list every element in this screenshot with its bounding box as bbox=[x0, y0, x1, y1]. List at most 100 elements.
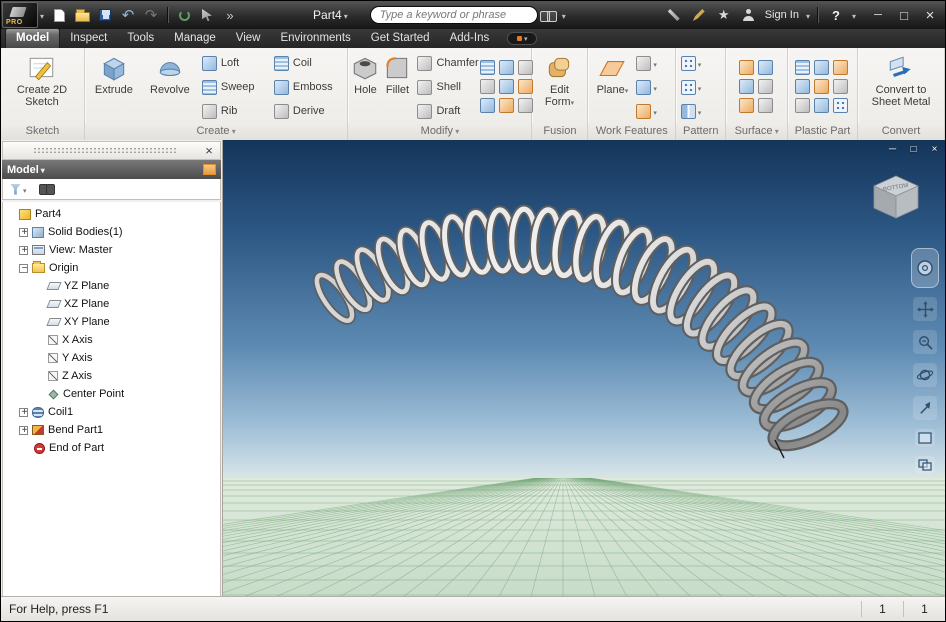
help-button[interactable] bbox=[825, 5, 847, 25]
circular-pattern-button[interactable] bbox=[680, 78, 721, 96]
tree-item-x-axis[interactable]: X Axis bbox=[3, 331, 220, 349]
search-options-caret-icon[interactable] bbox=[560, 6, 566, 24]
minimize-button[interactable] bbox=[865, 5, 891, 25]
copy-object-icon[interactable] bbox=[499, 78, 515, 94]
chamfer-button[interactable]: Chamfer bbox=[414, 53, 479, 73]
draft-button[interactable]: Draft bbox=[414, 101, 476, 121]
drag-handle-icon[interactable] bbox=[33, 147, 176, 154]
direct-edit-icon[interactable] bbox=[499, 97, 515, 113]
edit-form-button[interactable]: Edit Form bbox=[534, 50, 584, 124]
browser-title-bar[interactable]: Model bbox=[2, 160, 221, 179]
extrude-button[interactable]: Extrude bbox=[87, 50, 141, 124]
lip-icon[interactable] bbox=[833, 78, 849, 94]
update-button[interactable] bbox=[173, 5, 195, 25]
close-button[interactable] bbox=[917, 5, 943, 25]
steering-wheel-button[interactable] bbox=[911, 248, 939, 288]
panel-label-surface[interactable]: Surface bbox=[726, 124, 788, 140]
annotate-button[interactable] bbox=[688, 5, 710, 25]
work-axis-button[interactable] bbox=[636, 54, 670, 72]
work-point-button[interactable] bbox=[636, 78, 670, 96]
toolbar-overflow-button[interactable] bbox=[219, 5, 241, 25]
sculpt-icon[interactable] bbox=[738, 97, 754, 113]
tree-item-bend-part1[interactable]: Bend Part1 bbox=[3, 421, 220, 439]
emboss-button[interactable]: Emboss bbox=[271, 77, 345, 97]
move-face-icon[interactable] bbox=[480, 78, 496, 94]
panel-label-convert[interactable]: Convert bbox=[858, 124, 944, 140]
graphics-viewport[interactable]: BOTTOM ─ □ × bbox=[223, 140, 946, 598]
save-button[interactable] bbox=[94, 5, 116, 25]
tree-item-part4[interactable]: Part4 bbox=[3, 205, 220, 223]
rib-button[interactable]: Rib bbox=[199, 101, 269, 121]
sign-in-caret-icon[interactable] bbox=[804, 6, 810, 24]
search-button[interactable] bbox=[538, 5, 560, 25]
search-input[interactable] bbox=[369, 6, 538, 24]
shell-button[interactable]: Shell bbox=[414, 77, 476, 97]
revolve-button[interactable]: Revolve bbox=[143, 50, 197, 124]
tree-item-center-point[interactable]: Center Point bbox=[3, 385, 220, 403]
tab-get-started[interactable]: Get Started bbox=[361, 29, 440, 48]
mirror-button[interactable] bbox=[680, 102, 721, 120]
open-button[interactable] bbox=[71, 5, 93, 25]
more-nav-tools-button[interactable] bbox=[915, 456, 935, 474]
tree-item-end-of-part[interactable]: End of Part bbox=[3, 439, 220, 457]
sign-in-avatar[interactable] bbox=[738, 5, 760, 25]
document-restore-button[interactable]: □ bbox=[905, 142, 922, 157]
trim-icon[interactable] bbox=[738, 78, 754, 94]
document-minimize-button[interactable]: ─ bbox=[884, 142, 901, 157]
tab-inspect[interactable]: Inspect bbox=[60, 29, 117, 48]
tree-item-view-master[interactable]: View: Master bbox=[3, 241, 220, 259]
tab-view[interactable]: View bbox=[226, 29, 271, 48]
tab-add-ins[interactable]: Add-Ins bbox=[440, 29, 500, 48]
tree-item-z-axis[interactable]: Z Axis bbox=[3, 367, 220, 385]
panel-label-fusion[interactable]: Fusion bbox=[532, 124, 588, 140]
panel-label-plastic-part[interactable]: Plastic Part bbox=[788, 124, 857, 140]
new-file-button[interactable] bbox=[48, 5, 70, 25]
app-menu-caret-icon[interactable] bbox=[38, 6, 44, 24]
panel-label-modify[interactable]: Modify bbox=[348, 124, 532, 140]
loft-button[interactable]: Loft bbox=[199, 53, 269, 73]
sign-in-label[interactable]: Sign In bbox=[765, 9, 799, 21]
tree-item-origin[interactable]: Origin bbox=[3, 259, 220, 277]
ribbon-options-button[interactable] bbox=[507, 32, 538, 45]
tab-manage[interactable]: Manage bbox=[164, 29, 226, 48]
expander-icon[interactable] bbox=[19, 262, 29, 275]
orbit-button[interactable] bbox=[913, 363, 937, 387]
filter-button[interactable] bbox=[10, 180, 27, 198]
create-2d-sketch-button[interactable]: Create 2D Sketch bbox=[3, 50, 81, 124]
snap-fit-icon[interactable] bbox=[795, 78, 811, 94]
panel-label-sketch[interactable]: Sketch bbox=[1, 124, 84, 140]
help-caret-icon[interactable] bbox=[850, 6, 856, 24]
move-bodies-icon[interactable] bbox=[518, 78, 534, 94]
rectangular-pattern-button[interactable] bbox=[680, 54, 721, 72]
zoom-button[interactable] bbox=[913, 330, 937, 354]
browser-title-caret-icon[interactable] bbox=[39, 164, 45, 176]
stitch-icon[interactable] bbox=[738, 59, 754, 75]
browser-grip-bar[interactable] bbox=[2, 141, 221, 160]
patch-icon[interactable] bbox=[757, 59, 773, 75]
browser-views-icon[interactable] bbox=[203, 164, 216, 175]
favorites-button[interactable] bbox=[713, 5, 735, 25]
panel-label-pattern[interactable]: Pattern bbox=[676, 124, 726, 140]
redo-button[interactable] bbox=[140, 5, 162, 25]
tree-item-xz-plane[interactable]: XZ Plane bbox=[3, 295, 220, 313]
rule-fillet-icon[interactable] bbox=[814, 78, 830, 94]
boss-icon[interactable] bbox=[814, 59, 830, 75]
pan-button[interactable] bbox=[913, 297, 937, 321]
tree-item-coil1[interactable]: Coil1 bbox=[3, 403, 220, 421]
delete-face-icon[interactable] bbox=[480, 97, 496, 113]
draft-analysis-icon[interactable] bbox=[795, 97, 811, 113]
tree-item-y-axis[interactable]: Y Axis bbox=[3, 349, 220, 367]
tree-item-xy-plane[interactable]: XY Plane bbox=[3, 313, 220, 331]
hole-button[interactable]: Hole bbox=[350, 50, 380, 124]
coil-button[interactable]: Coil bbox=[271, 53, 345, 73]
document-title-caret-icon[interactable] bbox=[342, 8, 348, 22]
maximize-button[interactable] bbox=[891, 5, 917, 25]
browser-search-icon[interactable] bbox=[38, 184, 55, 195]
combine-icon[interactable] bbox=[499, 59, 515, 75]
convert-to-sheet-metal-button[interactable]: Convert to Sheet Metal bbox=[860, 50, 942, 124]
expander-icon[interactable] bbox=[19, 406, 29, 419]
viewport-canvas[interactable]: BOTTOM bbox=[223, 140, 946, 598]
expander-icon[interactable] bbox=[19, 424, 29, 437]
document-close-button[interactable]: × bbox=[926, 142, 943, 157]
fillet-button[interactable]: Fillet bbox=[382, 50, 412, 124]
